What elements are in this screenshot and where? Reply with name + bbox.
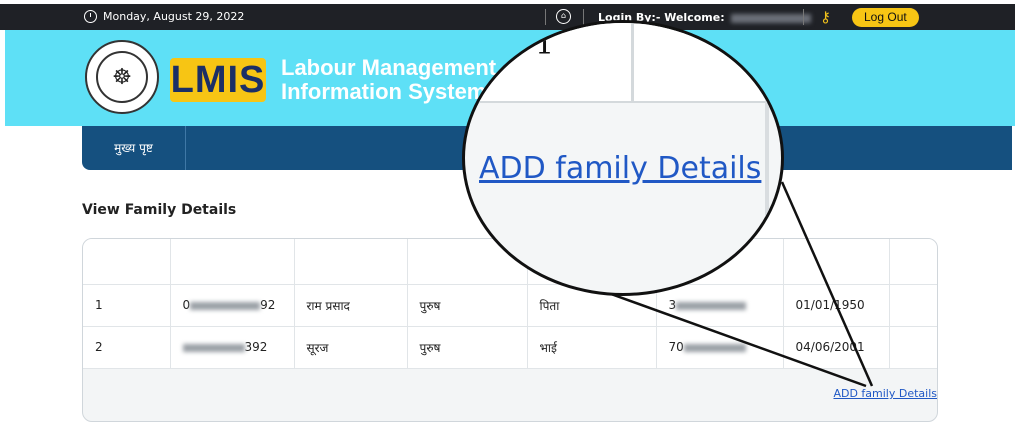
magnified-add-family-link: ADD family Details xyxy=(479,151,762,186)
pointer-line-left xyxy=(599,288,867,388)
magnifier-callout: 1 ADD family Details xyxy=(462,20,784,296)
pointer-line-right xyxy=(780,181,874,387)
magnified-partial-text: 1 xyxy=(535,27,555,62)
magnified-divider xyxy=(765,23,769,293)
magnified-header xyxy=(465,23,781,103)
magnified-divider xyxy=(631,23,634,103)
